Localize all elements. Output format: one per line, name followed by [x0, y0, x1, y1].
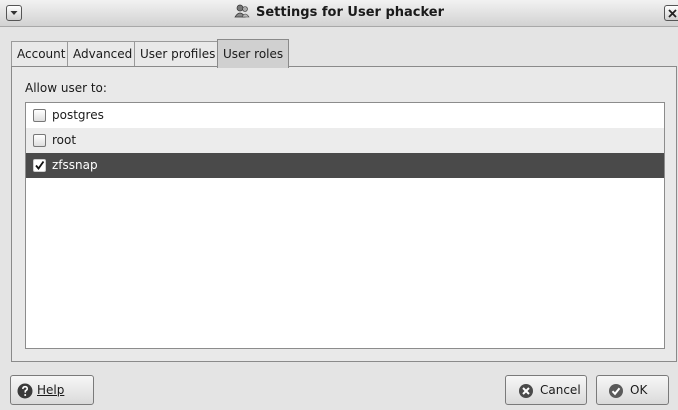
role-label: zfssnap: [52, 158, 98, 172]
role-checkbox[interactable]: [33, 109, 46, 122]
checkmark-icon: [35, 160, 45, 170]
list-item[interactable]: postgres: [26, 103, 664, 128]
cancel-button[interactable]: Cancel: [505, 375, 587, 405]
help-button-label: Help: [37, 383, 65, 397]
list-item[interactable]: zfssnap: [26, 153, 664, 178]
ok-button-label: OK: [630, 383, 648, 397]
cancel-button-label: Cancel: [540, 383, 581, 397]
settings-dialog: Settings for User phacker Account Advanc…: [0, 0, 678, 410]
window-title-text: Settings for User phacker: [255, 5, 445, 20]
user-roles-panel: Allow user to: postgres root zfssnap: [11, 66, 677, 362]
tab-account[interactable]: Account: [11, 41, 72, 67]
role-label: root: [52, 133, 77, 147]
close-icon: [668, 9, 677, 18]
close-button[interactable]: [664, 5, 678, 21]
tab-user-roles[interactable]: User roles: [217, 39, 290, 68]
role-label: postgres: [52, 108, 104, 122]
help-icon: [17, 383, 33, 399]
window-title: Settings for User phacker: [0, 0, 678, 26]
allow-user-label: Allow user to:: [25, 81, 107, 95]
ok-icon: [609, 384, 623, 398]
tab-advanced[interactable]: Advanced: [67, 41, 139, 67]
role-checkbox[interactable]: [33, 134, 46, 147]
tab-user-profiles[interactable]: User profiles: [134, 41, 222, 67]
ok-button[interactable]: OK: [596, 375, 669, 405]
users-icon: [234, 4, 250, 18]
help-button[interactable]: Help: [10, 375, 94, 405]
list-item[interactable]: root: [26, 128, 664, 153]
role-checkbox[interactable]: [33, 159, 46, 172]
cancel-icon: [519, 384, 533, 398]
title-bar: Settings for User phacker: [0, 0, 678, 27]
roles-list[interactable]: postgres root zfssnap: [25, 102, 665, 349]
